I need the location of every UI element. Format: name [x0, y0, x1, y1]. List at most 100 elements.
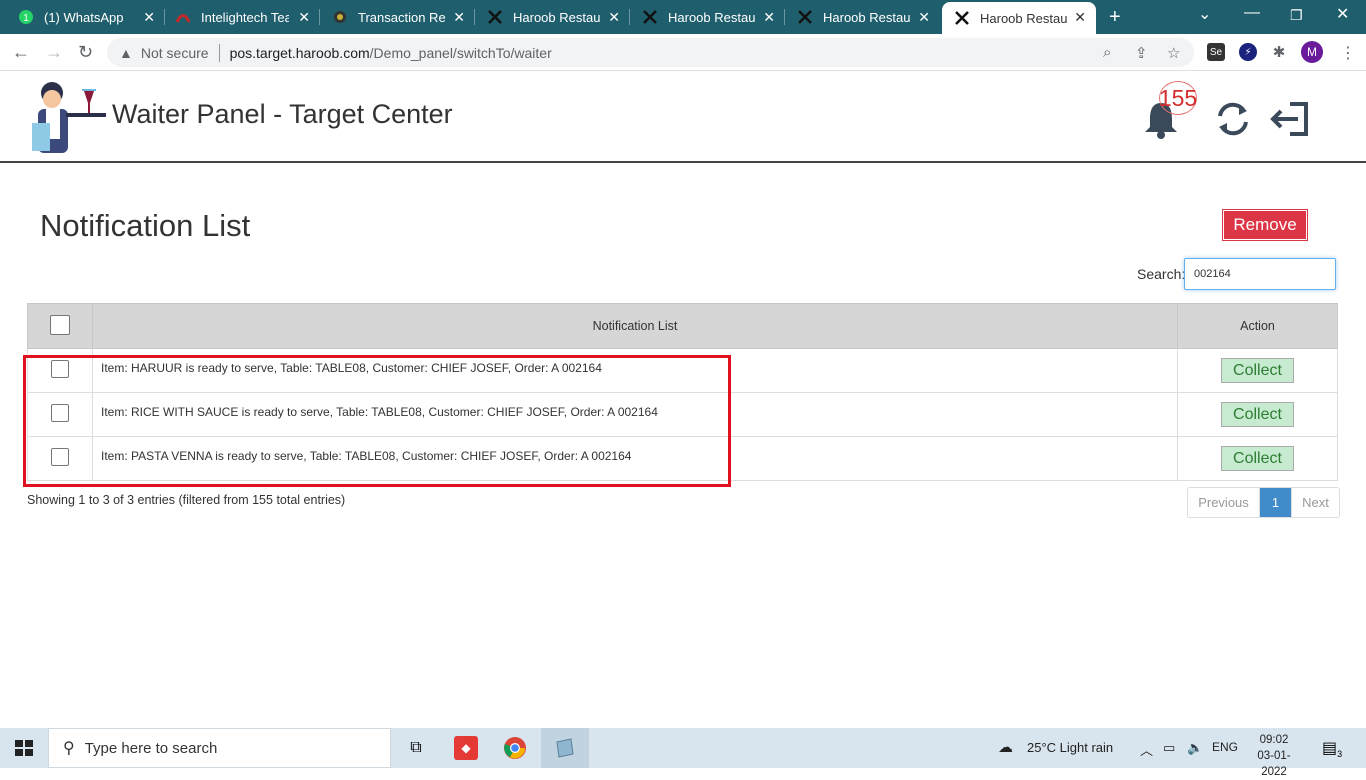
warning-icon[interactable]: ▲: [119, 45, 133, 61]
taskbar-search[interactable]: ⚲ Type here to search: [48, 728, 391, 768]
taskbar-search-placeholder: Type here to search: [84, 739, 218, 757]
row-checkbox[interactable]: [51, 360, 69, 378]
tab-title: Intelightech Team: [201, 9, 289, 25]
profile-avatar[interactable]: M: [1301, 41, 1323, 63]
collect-button[interactable]: Collect: [1221, 358, 1294, 383]
puzzle-icon[interactable]: ✱: [1270, 43, 1288, 61]
url-path: /Demo_panel/switchTo/waiter: [369, 44, 552, 61]
bookmark-star-icon[interactable]: ☆: [1167, 44, 1180, 62]
table-header-row: Notification List Action: [27, 303, 1338, 349]
taskbar-clock[interactable]: 09:02 03-01-2022: [1248, 732, 1300, 780]
pagination-previous[interactable]: Previous: [1188, 488, 1260, 517]
collect-button[interactable]: Collect: [1221, 446, 1294, 471]
browser-tab[interactable]: Haroob Restaura ✕: [475, 0, 630, 34]
search-label: Search:: [1137, 266, 1186, 282]
select-all-cell: [27, 303, 93, 349]
share-icon[interactable]: ⇪: [1135, 44, 1148, 62]
extension-icon[interactable]: ⚡: [1239, 43, 1257, 61]
language-indicator[interactable]: ENG: [1212, 740, 1238, 754]
notification-list-heading: Notification List: [40, 208, 251, 243]
refresh-icon[interactable]: [1213, 99, 1253, 139]
minimize-icon[interactable]: —: [1244, 4, 1260, 22]
table-row: Item: RICE WITH SAUCE is ready to serve,…: [27, 392, 1338, 437]
zoom-icon[interactable]: ⌕: [1103, 44, 1111, 61]
task-view-icon[interactable]: ⧉: [404, 736, 428, 760]
clock-date: 03-01-2022: [1257, 750, 1291, 778]
forward-icon[interactable]: →: [45, 42, 63, 63]
browser-tab[interactable]: Haroob Restaura ✕: [630, 0, 785, 34]
search-icon: ⚲: [63, 740, 75, 757]
back-icon[interactable]: ←: [12, 42, 30, 63]
browser-tab[interactable]: Intelightech Team ✕: [165, 0, 320, 34]
pagination-page-1[interactable]: 1: [1260, 488, 1291, 517]
tab-search-icon[interactable]: ⌄: [1198, 4, 1211, 24]
volume-mute-icon[interactable]: 🔈: [1187, 740, 1203, 756]
table-info-text: Showing 1 to 3 of 3 entries (filtered fr…: [27, 493, 346, 507]
action-center-count: 3: [1337, 749, 1343, 760]
search-input[interactable]: [1184, 258, 1336, 290]
tab-title: Transaction Repo: [358, 9, 446, 25]
table-row: Item: HARUUR is ready to serve, Table: T…: [27, 348, 1338, 393]
new-tab-icon[interactable]: +: [1109, 6, 1121, 29]
browser-tab[interactable]: Transaction Repo ✕: [320, 0, 475, 34]
intelightech-icon: [175, 9, 191, 25]
row-checkbox[interactable]: [51, 404, 69, 422]
action-cell: Collect: [1177, 392, 1338, 437]
security-label[interactable]: Not secure: [141, 45, 209, 61]
action-cell: Collect: [1177, 348, 1338, 393]
row-checkbox-cell: [27, 348, 93, 393]
weather-text[interactable]: 25°C Light rain: [1027, 740, 1113, 755]
restore-icon[interactable]: ❐: [1290, 7, 1303, 24]
close-tab-icon[interactable]: ✕: [298, 9, 310, 26]
windows-start-icon[interactable]: [15, 740, 33, 756]
column-header-action[interactable]: Action: [1177, 303, 1338, 349]
chrome-icon[interactable]: [503, 736, 527, 760]
app-icon[interactable]: [553, 736, 577, 760]
browser-tab[interactable]: 1 (1) WhatsApp ✕: [0, 0, 165, 34]
page-header: Waiter Panel - Target Center 155: [0, 71, 1366, 163]
row-checkbox-cell: [27, 436, 93, 481]
tray-chevron-icon[interactable]: ︿: [1140, 740, 1153, 759]
clock-time: 09:02: [1259, 734, 1289, 746]
menu-kebab-icon[interactable]: ⋮: [1340, 43, 1356, 63]
x-icon: [954, 10, 970, 26]
reload-icon[interactable]: ↻: [78, 42, 93, 63]
close-window-icon[interactable]: ✕: [1336, 4, 1349, 24]
weather-icon[interactable]: ☁: [998, 738, 1013, 756]
close-tab-icon[interactable]: ✕: [453, 9, 465, 26]
column-header-notification[interactable]: Notification List: [92, 303, 1178, 349]
selenium-ext-icon[interactable]: Se: [1207, 43, 1225, 61]
anydesk-icon[interactable]: ◆: [454, 736, 478, 760]
pagination-next[interactable]: Next: [1291, 488, 1339, 517]
row-checkbox-cell: [27, 392, 93, 437]
url-text[interactable]: pos.target.haroob.com/Demo_panel/switchT…: [230, 45, 552, 61]
logout-icon[interactable]: [1270, 101, 1310, 137]
tab-title: (1) WhatsApp: [44, 9, 124, 25]
notification-badge[interactable]: 155: [1159, 81, 1197, 115]
tab-title: Haroob Restaura: [513, 9, 601, 25]
remove-button[interactable]: Remove: [1222, 209, 1308, 241]
svg-text:1: 1: [23, 13, 29, 24]
close-tab-icon[interactable]: ✕: [918, 9, 930, 26]
notification-message: Item: RICE WITH SAUCE is ready to serve,…: [92, 392, 1178, 437]
omnibox[interactable]: ▲ Not secure pos.target.haroob.com/Demo_…: [107, 38, 1194, 67]
action-center-icon[interactable]: ▤3: [1322, 738, 1342, 759]
transaction-icon: [332, 9, 348, 25]
collect-button[interactable]: Collect: [1221, 402, 1294, 427]
tab-title: Haroob Restaura: [823, 9, 911, 25]
close-tab-icon[interactable]: ✕: [143, 9, 155, 26]
tab-title: Haroob Restaura: [668, 9, 756, 25]
waiter-logo: [32, 82, 106, 153]
close-tab-icon[interactable]: ✕: [1074, 9, 1086, 26]
row-checkbox[interactable]: [51, 448, 69, 466]
close-tab-icon[interactable]: ✕: [608, 9, 620, 26]
url-host: pos.target.haroob.com: [229, 44, 370, 61]
browser-tab-active[interactable]: Haroob Restaura ✕: [942, 2, 1096, 34]
x-icon: [797, 9, 813, 25]
battery-icon[interactable]: ▭: [1163, 740, 1175, 756]
notification-message: Item: PASTA VENNA is ready to serve, Tab…: [92, 436, 1178, 481]
close-tab-icon[interactable]: ✕: [763, 9, 775, 26]
pagination: Previous 1 Next: [1187, 487, 1340, 518]
select-all-checkbox[interactable]: [50, 314, 70, 335]
browser-tab[interactable]: Haroob Restaura ✕: [785, 0, 940, 34]
